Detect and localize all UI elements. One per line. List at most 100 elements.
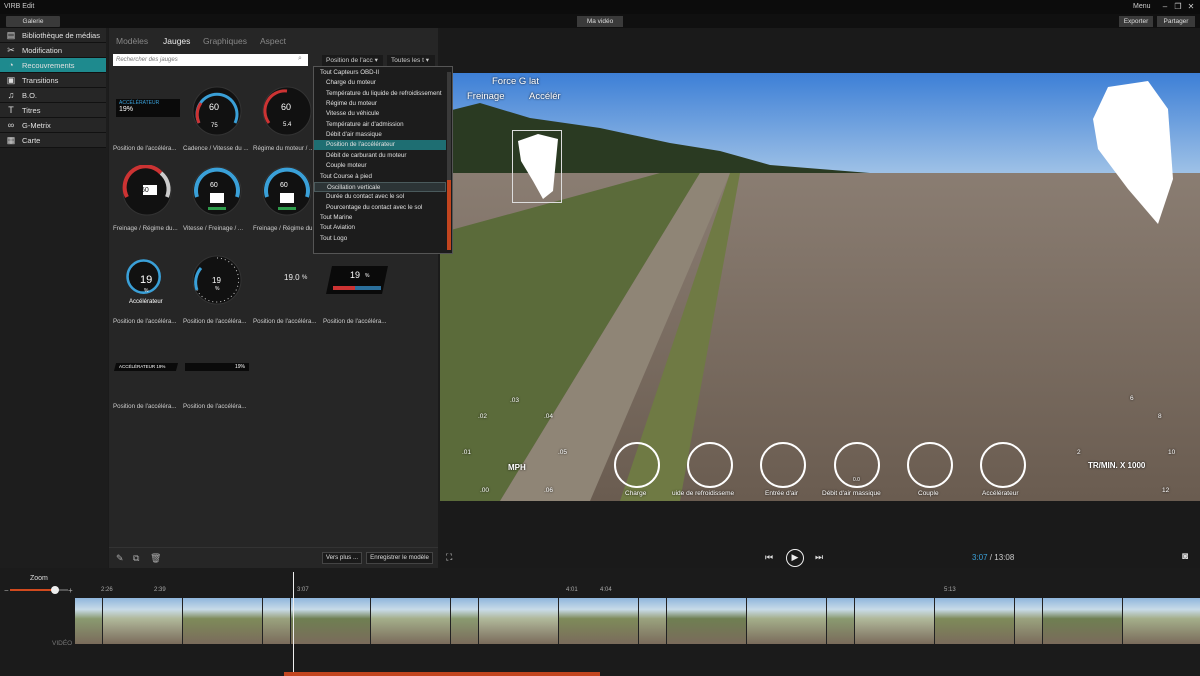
video-frame[interactable]: Force G lat Freinage Accélér MPH .00 .01… <box>440 73 1200 501</box>
clip-thumbnail[interactable] <box>75 598 103 644</box>
clip-thumbnail[interactable] <box>855 598 935 644</box>
sidebar-item-media-library[interactable]: ▤ Bibliothèque de médias <box>0 28 106 43</box>
tab-templates[interactable]: Modèles <box>116 36 148 46</box>
sensor-filter-dropdown[interactable]: Position de l'acc ▾ <box>322 55 383 66</box>
small-gauge-label: Entrée d'air <box>765 490 799 497</box>
clip-thumbnail[interactable] <box>559 598 639 644</box>
clip-thumbnail[interactable] <box>263 598 291 644</box>
dropdown-group-option[interactable]: Tout Marine <box>314 213 446 223</box>
sidebar-item-gmetrix[interactable]: ∞ G-Metrix <box>0 118 106 133</box>
gauge-template-card[interactable]: ACCÉLÉRATEUR 19% Position de l'accéléra.… <box>113 85 180 165</box>
rpm-tick: 10 <box>1168 449 1176 456</box>
gauge-template-card[interactable]: 19 % Accélérateur Position de l'accéléra… <box>113 258 179 338</box>
gauge-value: 60 <box>280 182 288 189</box>
zoom-out-icon[interactable]: − <box>4 586 9 595</box>
clip-thumbnail[interactable] <box>1015 598 1043 644</box>
dropdown-option[interactable]: Débit de carburant du moteur <box>314 151 446 161</box>
play-icon[interactable]: ▶ <box>786 549 804 567</box>
sidebar-item-edit[interactable]: ✂ Modification <box>0 43 106 58</box>
tab-appearance[interactable]: Aspect <box>260 36 286 46</box>
minimize-icon[interactable]: – <box>1160 2 1170 12</box>
fullscreen-icon[interactable]: ⛶ <box>446 552 452 563</box>
gauge-template-card[interactable]: 60 5.4 Régime du moteur / ... <box>253 85 319 165</box>
gauge-template-card[interactable]: 19 % Position de l'accéléra... <box>183 255 249 338</box>
clip-thumbnail[interactable] <box>479 598 559 644</box>
clip-thumbnail[interactable] <box>747 598 827 644</box>
dropdown-option[interactable]: Charge du moteur <box>314 78 446 88</box>
gauge-template-card[interactable]: ACCÉLÉRATEUR 19% Position de l'accéléra.… <box>113 343 179 423</box>
dropdown-option[interactable]: Position de l'accélérateur <box>314 140 446 151</box>
camera-icon[interactable]: ◙ <box>1182 551 1188 562</box>
gauge-preview: ACCÉLÉRATEUR 19% <box>116 99 180 117</box>
gauge-label: Position de l'accéléra... <box>323 318 387 325</box>
clip-thumbnail[interactable] <box>667 598 747 644</box>
clip-thumbnail[interactable] <box>183 598 263 644</box>
dropdown-option[interactable]: Température air d'admission <box>314 120 446 130</box>
playhead[interactable] <box>293 572 294 672</box>
dropdown-scroll-thumb[interactable] <box>447 180 451 250</box>
share-button[interactable]: Partager <box>1157 16 1195 27</box>
dropdown-group-option[interactable]: Tout Aviation <box>314 223 446 233</box>
dropdown-option[interactable]: Couple moteur <box>314 161 446 171</box>
close-icon[interactable]: ✕ <box>1186 2 1196 12</box>
small-gauge-ring <box>907 442 953 488</box>
gauge-template-card[interactable]: 60 Freinage / Régime du... <box>113 165 179 245</box>
dropdown-group-option[interactable]: Tout Capteurs OBD-II <box>314 68 446 78</box>
trash-icon[interactable]: 🗑 <box>150 553 161 564</box>
zoom-slider-handle[interactable] <box>51 586 59 594</box>
dropdown-option[interactable]: Durée du contact avec le sol <box>314 192 446 202</box>
sidebar-item-map[interactable]: ▦ Carte <box>0 133 106 148</box>
sidebar-item-titles[interactable]: T Titres <box>0 103 106 118</box>
dropdown-option[interactable]: Vitesse du véhicule <box>314 109 446 119</box>
search-icon[interactable]: ⌕ <box>298 55 302 63</box>
clip-thumbnail[interactable] <box>827 598 855 644</box>
dropdown-option[interactable]: Débit d'air massique <box>314 130 446 140</box>
timeline-scrollbar[interactable] <box>284 672 600 676</box>
project-title-button[interactable]: Ma vidéo <box>577 16 623 27</box>
gauge-icon: ◔ <box>8 60 14 70</box>
speed-unit: MPH <box>508 463 526 472</box>
menu-button[interactable]: Menu <box>1133 3 1151 10</box>
video-clips-track[interactable] <box>75 598 1200 644</box>
sidebar-item-transitions[interactable]: ▣ Transitions <box>0 73 106 88</box>
next-frame-icon[interactable]: ⏭ <box>815 552 823 563</box>
zoom-in-icon[interactable]: + <box>68 586 73 595</box>
gauge-template-card[interactable]: 19 % Position de l'accéléra... <box>323 258 389 338</box>
dropdown-option[interactable]: Température du liquide de refroidissemen… <box>314 89 446 99</box>
tab-gauges[interactable]: Jauges <box>163 36 190 46</box>
clip-thumbnail[interactable] <box>103 598 183 644</box>
pencil-icon[interactable]: ✎ <box>116 553 124 564</box>
save-template-button[interactable]: Enregistrer le modèle <box>366 552 433 564</box>
gallery-button[interactable]: Galerie <box>6 16 60 27</box>
dropdown-group-option[interactable]: Tout Logo <box>314 234 446 244</box>
previous-frame-icon[interactable]: ⏮ <box>765 552 773 563</box>
type-filter-dropdown[interactable]: Toutes les t ▾ <box>387 55 435 66</box>
tab-graphics[interactable]: Graphiques <box>203 36 247 46</box>
more-button[interactable]: Vers plus ... <box>322 552 362 564</box>
dropdown-option[interactable]: Régime du moteur <box>314 99 446 109</box>
dropdown-option[interactable]: Pourcentage du contact avec le sol <box>314 203 446 213</box>
clip-thumbnail[interactable] <box>451 598 479 644</box>
dropdown-group-option[interactable]: Tout Course à pied <box>314 172 446 182</box>
gauge-template-card[interactable]: 60 Vitesse / Freinage / ... <box>183 165 249 245</box>
clip-thumbnail[interactable] <box>291 598 371 644</box>
gauge-template-card[interactable]: 60 Freinage / Régime du ... <box>253 165 319 245</box>
speed-tick: .01 <box>462 449 472 456</box>
clip-thumbnail[interactable] <box>935 598 1015 644</box>
gauge-label: Freinage / Régime du... <box>113 225 178 232</box>
clip-thumbnail[interactable] <box>1043 598 1123 644</box>
gauge-template-card[interactable]: 60 75 Cadence / Vitesse du ... <box>183 85 249 165</box>
export-button[interactable]: Exporter <box>1119 16 1153 27</box>
sidebar-item-soundtrack[interactable]: ♫ B.O. <box>0 88 106 103</box>
clip-thumbnail[interactable] <box>371 598 451 644</box>
dropdown-option[interactable]: Oscillation verticale <box>314 181 446 192</box>
copy-icon[interactable]: ⧉ <box>133 553 139 564</box>
clip-thumbnail[interactable] <box>639 598 667 644</box>
clip-thumbnail[interactable] <box>1123 598 1200 644</box>
search-input[interactable]: Rechercher des jauges <box>113 54 308 66</box>
restore-icon[interactable]: ❐ <box>1173 2 1183 12</box>
gauge-template-card[interactable]: 19% Position de l'accéléra... <box>183 343 249 423</box>
gauge-template-card[interactable]: 19.0 % Position de l'accéléra... <box>253 258 319 338</box>
sidebar-item-overlays[interactable]: ◔ Recouvrements <box>0 58 106 73</box>
gauge-unit: % <box>365 273 370 279</box>
